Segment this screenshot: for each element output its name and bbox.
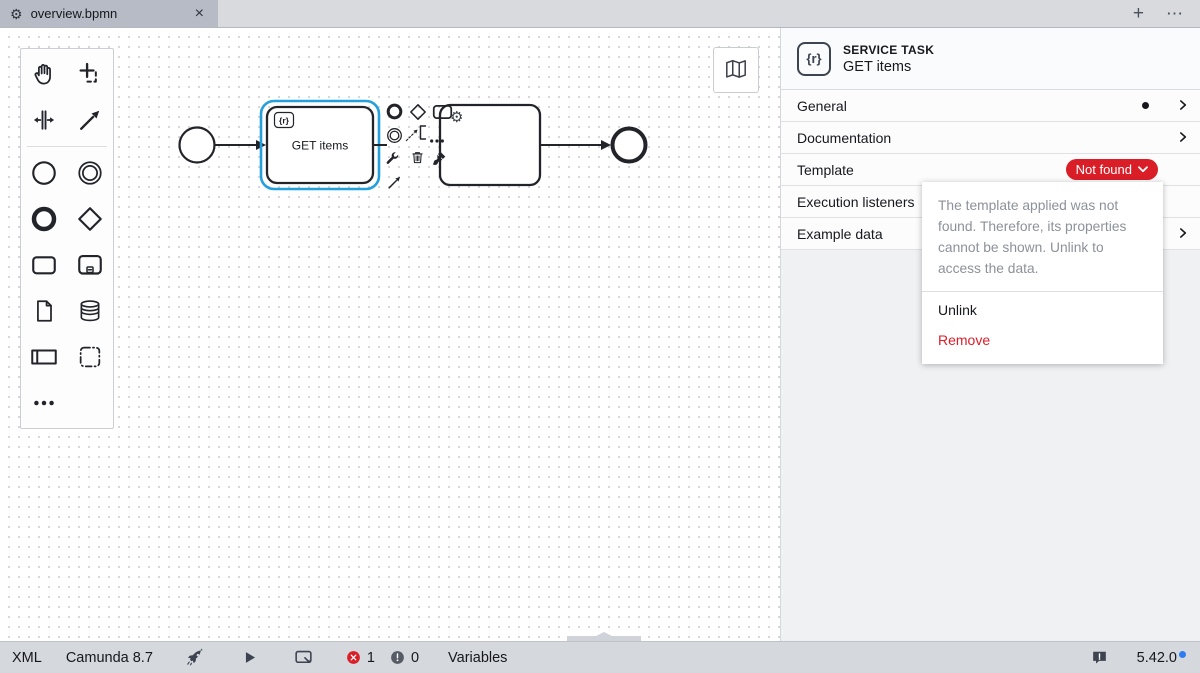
status-bar-right: 5.42.0 xyxy=(1078,648,1200,667)
rest-connector-icon: {r} xyxy=(797,42,831,76)
status-bar: XML Camunda 8.7 1 0 Variables 5.42.0 xyxy=(0,641,1200,673)
chevron-right-icon xyxy=(1179,98,1188,114)
wrench-icon[interactable] xyxy=(384,150,401,172)
connect-arrow-icon[interactable] xyxy=(386,174,403,196)
text-annotation-icon[interactable] xyxy=(417,123,427,147)
sequence-flow-3[interactable] xyxy=(540,140,611,150)
space-tool-icon[interactable] xyxy=(21,97,67,143)
tab-bar-actions: + ⋯ xyxy=(1133,0,1200,27)
create-participant-icon[interactable] xyxy=(21,334,67,380)
xml-toggle-button[interactable]: XML xyxy=(0,650,54,666)
create-data-object-icon[interactable] xyxy=(21,288,67,334)
create-start-event-icon[interactable] xyxy=(21,150,67,196)
section-label: Template xyxy=(797,162,1066,178)
create-end-event-icon[interactable] xyxy=(21,196,67,242)
sequence-flow-1[interactable] xyxy=(216,140,267,150)
rest-connector-marker: {r} xyxy=(279,116,290,126)
service-task-get-items[interactable]: {r} GET items xyxy=(267,107,373,183)
new-tab-button[interactable]: + xyxy=(1133,4,1144,23)
deploy-rocket-icon[interactable] xyxy=(173,647,218,668)
properties-header: {r} SERVICE TASK GET items xyxy=(781,28,1200,90)
paint-brush-icon[interactable] xyxy=(430,149,448,172)
start-event-shape[interactable] xyxy=(180,128,215,163)
end-event-shape[interactable] xyxy=(613,129,646,162)
template-not-found-badge[interactable]: Not found xyxy=(1066,159,1158,180)
template-dropdown-popup: The template applied was not found. Ther… xyxy=(922,182,1163,364)
hand-tool-icon[interactable] xyxy=(21,51,67,97)
chevron-down-icon xyxy=(1138,166,1148,173)
badge-label: Not found xyxy=(1076,162,1132,177)
chevron-right-icon xyxy=(1179,226,1188,242)
error-count-value: 1 xyxy=(367,650,375,666)
error-count[interactable]: 1 xyxy=(338,649,382,666)
unlink-menu-item[interactable]: Unlink xyxy=(922,292,1163,322)
section-general[interactable]: General xyxy=(781,90,1200,122)
element-name-label: GET items xyxy=(843,59,934,75)
template-not-found-message: The template applied was not found. Ther… xyxy=(922,195,1163,279)
feedback-chat-icon[interactable] xyxy=(1078,648,1121,667)
palette-more-icon[interactable] xyxy=(21,380,67,426)
create-data-store-icon[interactable] xyxy=(67,288,113,334)
create-subprocess-icon[interactable] xyxy=(67,242,113,288)
tab-overview-bpmn[interactable]: ⚙ overview.bpmn × xyxy=(0,0,218,27)
open-in-play-icon[interactable] xyxy=(281,647,326,668)
create-gateway-icon[interactable] xyxy=(67,196,113,242)
more-options-icon[interactable] xyxy=(429,131,445,149)
error-icon xyxy=(345,649,362,666)
section-label: Documentation xyxy=(797,130,1179,146)
warning-count-value: 0 xyxy=(411,650,419,666)
chevron-right-icon xyxy=(1179,130,1188,146)
variables-toggle-button[interactable]: Variables xyxy=(436,650,519,666)
create-task-icon[interactable] xyxy=(21,242,67,288)
app-window: ⚙ overview.bpmn × + ⋯ {r} xyxy=(0,0,1200,673)
version-label: 5.42.0 xyxy=(1137,650,1177,666)
trash-icon[interactable] xyxy=(409,148,426,172)
gear-icon: ⚙ xyxy=(10,7,23,21)
append-intermediate-event-icon[interactable] xyxy=(385,126,404,150)
section-documentation[interactable]: Documentation xyxy=(781,122,1200,154)
close-icon[interactable]: × xyxy=(191,6,208,22)
version-indicator[interactable]: 5.42.0 xyxy=(1121,650,1200,666)
element-type-label: SERVICE TASK xyxy=(843,43,934,57)
engine-version-button[interactable]: Camunda 8.7 xyxy=(54,650,165,666)
context-pad: ⚙ xyxy=(383,102,473,197)
create-intermediate-event-icon[interactable] xyxy=(67,150,113,196)
section-label: General xyxy=(797,98,1142,114)
tab-bar: ⚙ overview.bpmn × + ⋯ xyxy=(0,0,1200,28)
global-connect-tool-icon[interactable] xyxy=(67,97,113,143)
palette-separator xyxy=(27,146,107,147)
task-label: GET items xyxy=(292,139,348,153)
minimap-toggle-button[interactable] xyxy=(713,47,759,93)
bpmn-canvas[interactable]: {r} GET items xyxy=(0,28,780,641)
edited-dot-indicator xyxy=(1142,102,1149,109)
append-end-event-icon[interactable] xyxy=(385,102,404,126)
warning-icon xyxy=(389,649,406,666)
update-available-dot xyxy=(1179,651,1186,658)
busy-cursor-gear-icon: ⚙ xyxy=(450,110,463,125)
tab-title: overview.bpmn xyxy=(31,6,183,21)
warning-count[interactable]: 0 xyxy=(382,649,426,666)
tab-overflow-menu-button[interactable]: ⋯ xyxy=(1166,5,1184,22)
lasso-tool-icon[interactable] xyxy=(67,51,113,97)
remove-menu-item[interactable]: Remove xyxy=(922,322,1163,364)
palette xyxy=(20,48,114,429)
start-instance-play-icon[interactable] xyxy=(228,648,271,667)
map-icon xyxy=(723,57,749,83)
create-group-icon[interactable] xyxy=(67,334,113,380)
